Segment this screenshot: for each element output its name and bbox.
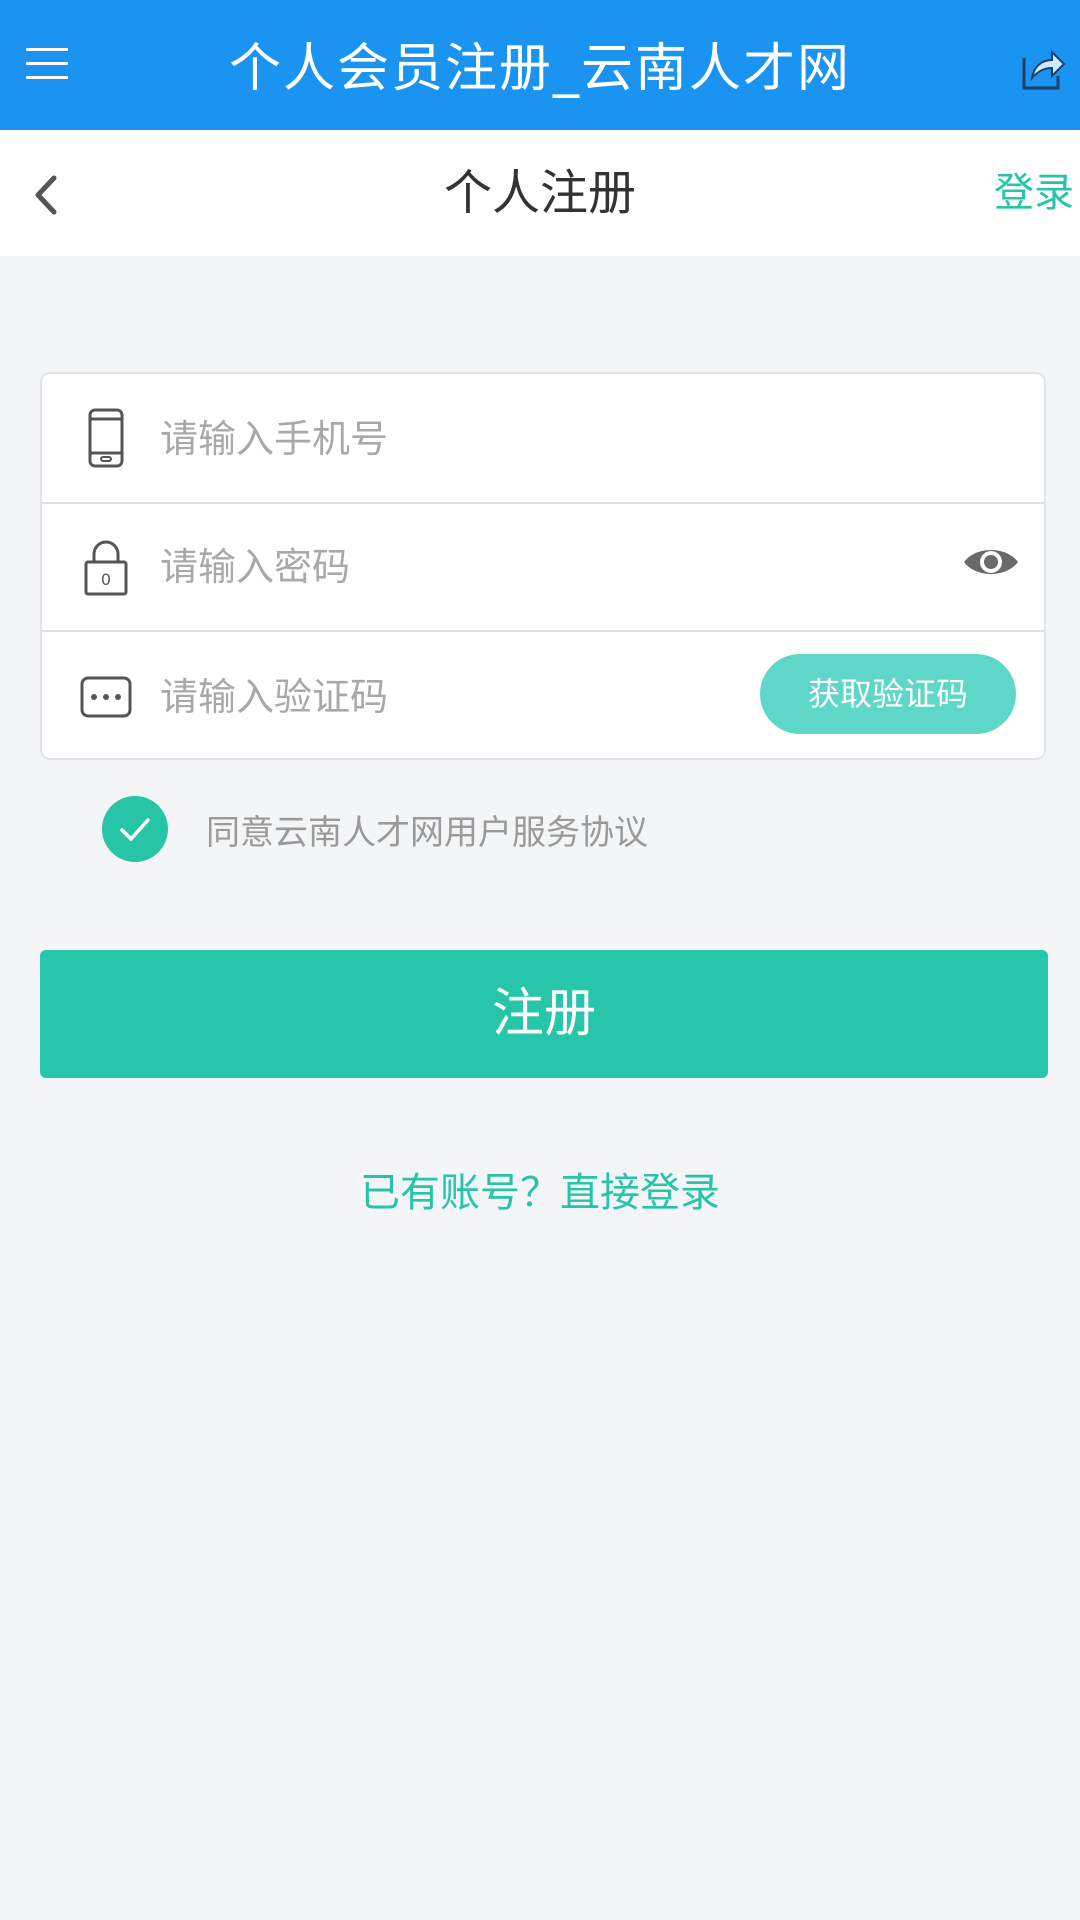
code-input[interactable] bbox=[158, 656, 722, 738]
login-link[interactable]: 登录 bbox=[994, 130, 1074, 256]
register-button[interactable]: 注册 bbox=[40, 950, 1048, 1078]
phone-icon bbox=[88, 408, 124, 468]
password-input[interactable] bbox=[158, 526, 722, 608]
register-form: 0 获取验证码 bbox=[40, 372, 1046, 760]
phone-row bbox=[42, 374, 1044, 504]
password-row: 0 bbox=[42, 502, 1044, 632]
check-icon bbox=[120, 818, 150, 841]
agreement-checkbox[interactable] bbox=[102, 796, 168, 862]
code-dots-icon bbox=[80, 676, 132, 718]
code-row: 获取验证码 bbox=[42, 632, 1044, 760]
page-title: 个人注册 bbox=[443, 165, 636, 221]
have-account-link[interactable]: 已有账号？直接登录 bbox=[0, 1160, 1080, 1218]
get-code-button[interactable]: 获取验证码 bbox=[760, 654, 1016, 734]
back-icon[interactable] bbox=[26, 170, 66, 220]
lock-icon: 0 bbox=[84, 540, 128, 596]
share-icon[interactable] bbox=[1020, 46, 1066, 92]
menu-icon[interactable] bbox=[26, 46, 70, 84]
app-bar-title: 个人会员注册_云南人才网 bbox=[228, 39, 851, 99]
eye-icon[interactable] bbox=[962, 540, 1020, 584]
app-bar: 个人会员注册_云南人才网 bbox=[0, 0, 1080, 130]
svg-text:0: 0 bbox=[101, 570, 111, 589]
page-header: 个人注册 登录 bbox=[0, 130, 1080, 256]
phone-input[interactable] bbox=[158, 398, 722, 480]
agreement-text[interactable]: 同意云南人才网用户服务协议 bbox=[206, 796, 648, 862]
